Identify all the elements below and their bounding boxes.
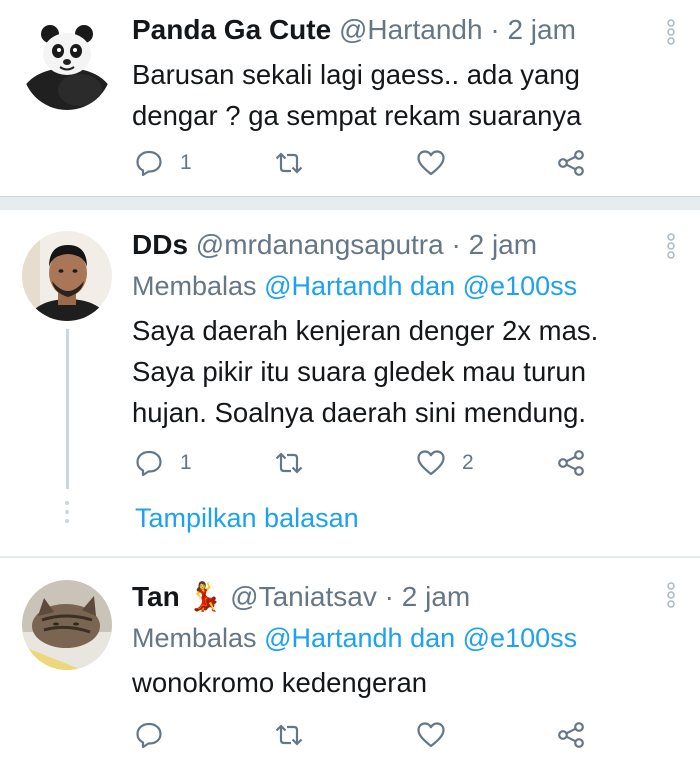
reply-icon bbox=[136, 722, 162, 749]
retweet-button[interactable] bbox=[274, 146, 304, 180]
heart-icon bbox=[417, 150, 445, 176]
replying-to: Membalas @Hartandh dan @e100ss bbox=[132, 268, 577, 304]
display-name[interactable]: Panda Ga Cute bbox=[132, 14, 331, 45]
tweet-text-line: Saya pikir itu suara gledek mau turun bbox=[132, 356, 586, 387]
share-icon bbox=[558, 150, 584, 176]
share-button[interactable] bbox=[556, 446, 586, 480]
tweet-text-line: wonokromo kedengeran bbox=[132, 667, 428, 698]
share-button[interactable] bbox=[556, 718, 586, 752]
tweet-1[interactable]: Panda Ga Cute @Hartandh · 2 jam Barusan … bbox=[0, 0, 700, 196]
share-icon bbox=[558, 450, 584, 476]
more-vertical-icon[interactable] bbox=[661, 231, 681, 261]
share-icon bbox=[558, 722, 584, 748]
tweet-text-line: Saya daerah kenjeran denger 2x mas. bbox=[132, 315, 599, 346]
avatar[interactable] bbox=[22, 20, 112, 110]
replying-to: Membalas @Hartandh dan @e100ss bbox=[132, 620, 577, 656]
replying-prefix: Membalas bbox=[132, 271, 257, 301]
username[interactable]: @mrdanangsaputra bbox=[196, 229, 444, 260]
replying-prefix: Membalas bbox=[132, 623, 257, 653]
retweet-button[interactable] bbox=[274, 446, 304, 480]
reply-button[interactable]: 1 bbox=[134, 146, 192, 180]
tweet-text: wonokromo kedengeran bbox=[132, 662, 427, 703]
panda-avatar-image bbox=[22, 20, 112, 110]
thread-line bbox=[66, 329, 69, 489]
reply-icon bbox=[136, 150, 162, 177]
retweet-icon bbox=[275, 152, 303, 174]
more-vertical-icon[interactable] bbox=[661, 17, 681, 47]
dancer-emoji-icon: 💃 bbox=[187, 581, 223, 612]
reply-count: 1 bbox=[180, 451, 192, 474]
tweet-actions: 1 2 bbox=[132, 446, 592, 480]
heart-icon bbox=[417, 450, 445, 476]
reply-count: 1 bbox=[180, 151, 192, 174]
tweet-header: DDs @mrdanangsaputra · 2 jam bbox=[132, 227, 537, 263]
tweet-actions bbox=[132, 718, 592, 752]
like-count: 2 bbox=[462, 451, 474, 474]
tweet-text: Barusan sekali lagi gaess.. ada yang den… bbox=[132, 54, 581, 136]
like-button[interactable]: 2 bbox=[416, 446, 474, 480]
avatar[interactable] bbox=[22, 231, 112, 321]
tweet-text-line: Barusan sekali lagi gaess.. ada yang bbox=[132, 59, 580, 90]
like-button[interactable] bbox=[416, 146, 446, 180]
username[interactable]: @Taniatsav bbox=[230, 581, 377, 612]
username[interactable]: @Hartandh bbox=[339, 14, 483, 45]
reply-button[interactable] bbox=[134, 718, 180, 752]
replying-and[interactable]: dan bbox=[410, 623, 455, 653]
cat-avatar-image bbox=[22, 580, 112, 670]
retweet-icon bbox=[275, 724, 303, 746]
tweet-header: Panda Ga Cute @Hartandh · 2 jam bbox=[132, 12, 576, 48]
like-button[interactable] bbox=[416, 718, 446, 752]
retweet-button[interactable] bbox=[274, 718, 304, 752]
mention-link[interactable]: @Hartandh bbox=[264, 623, 402, 653]
tweet-2[interactable]: DDs @mrdanangsaputra · 2 jam Membalas @H… bbox=[0, 210, 700, 556]
timestamp[interactable]: · 2 jam bbox=[451, 229, 537, 260]
avatar[interactable] bbox=[22, 580, 112, 670]
share-button[interactable] bbox=[556, 146, 586, 180]
mention-link[interactable]: @Hartandh bbox=[264, 271, 402, 301]
mention-link[interactable]: @e100ss bbox=[463, 271, 577, 301]
mention-link[interactable]: @e100ss bbox=[463, 623, 577, 653]
tweet-3[interactable]: Tan 💃 @Taniatsav · 2 jam Membalas @Harta… bbox=[0, 558, 700, 767]
retweet-icon bbox=[275, 452, 303, 474]
show-replies-link[interactable]: Tampilkan balasan bbox=[135, 500, 359, 536]
user-photo-avatar-image bbox=[22, 231, 112, 321]
section-divider bbox=[0, 196, 700, 211]
timestamp[interactable]: · 2 jam bbox=[490, 14, 576, 45]
thread-more-dots bbox=[65, 501, 69, 523]
replying-and[interactable]: dan bbox=[410, 271, 455, 301]
heart-icon bbox=[417, 722, 445, 748]
tweet-header: Tan 💃 @Taniatsav · 2 jam bbox=[132, 579, 470, 615]
tweet-text-line: dengar ? ga sempat rekam suaranya bbox=[132, 100, 582, 131]
tweet-text: Saya daerah kenjeran denger 2x mas. Saya… bbox=[132, 310, 598, 433]
reply-icon bbox=[136, 450, 162, 477]
display-name[interactable]: Tan bbox=[132, 581, 180, 612]
display-name[interactable]: DDs bbox=[132, 229, 188, 260]
more-vertical-icon[interactable] bbox=[661, 580, 681, 610]
tweet-text-line: hujan. Soalnya daerah sini mendung. bbox=[132, 397, 587, 428]
timestamp[interactable]: · 2 jam bbox=[385, 581, 471, 612]
reply-button[interactable]: 1 bbox=[134, 446, 192, 480]
tweet-actions: 1 bbox=[132, 146, 592, 180]
